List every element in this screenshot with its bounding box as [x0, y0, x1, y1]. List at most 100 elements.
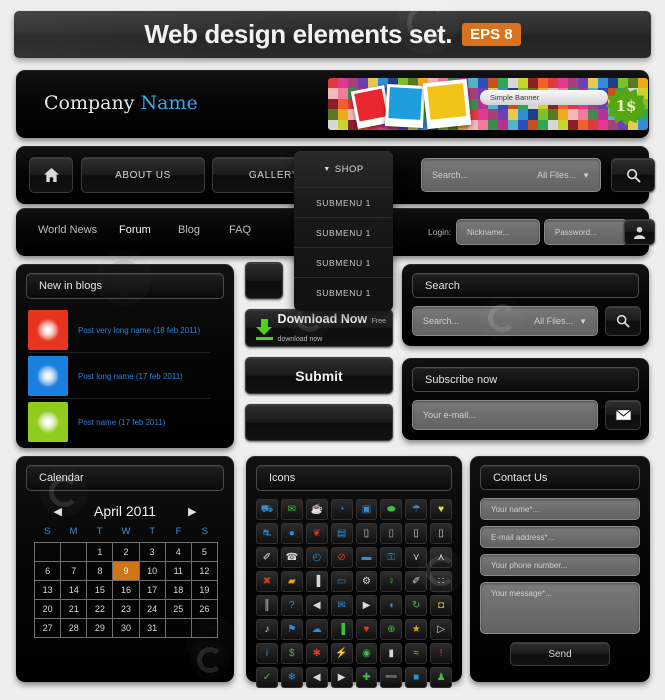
shop-submenu-item[interactable]: SUBMENU 1 [294, 277, 393, 307]
blog-post-title[interactable]: Post long name (17 feb 2011) [78, 372, 183, 381]
calendar-day-cell[interactable]: 17 [139, 581, 166, 600]
snowflake-icon[interactable]: ❄ [280, 667, 303, 688]
check-icon[interactable]: ✓ [256, 667, 278, 688]
close-icon[interactable]: ✖ [256, 571, 278, 592]
battery-low-icon[interactable]: ▯ [405, 523, 428, 544]
calendar-day-cell[interactable]: 8 [87, 562, 114, 581]
blog-post-title[interactable]: Post very long name (18 feb 2011) [78, 326, 200, 335]
book-icon[interactable]: ▤ [330, 523, 353, 544]
globe-icon[interactable]: ⊕ [380, 619, 403, 640]
contact-phone-input[interactable]: Your phone number... [480, 554, 640, 576]
calendar-day-cell[interactable]: 29 [87, 619, 114, 638]
search-widget-filter[interactable]: All Files... ▼ [534, 316, 587, 326]
calendar-day-cell[interactable]: 6 [35, 562, 62, 581]
calendar-day-cell[interactable]: 23 [113, 600, 140, 619]
exclamation-icon[interactable]: ! [430, 643, 452, 664]
video-camera-icon[interactable]: ▷ [430, 619, 452, 640]
shop-submenu-item[interactable]: SUBMENU 1 [294, 247, 393, 277]
calendar-day-cell[interactable]: 26 [191, 600, 218, 619]
shop-submenu-item[interactable]: SUBMENU 1 [294, 217, 393, 247]
bar-chart-icon[interactable]: ▐ [330, 619, 353, 640]
calendar-day-cell[interactable] [61, 543, 88, 562]
dollar-icon[interactable]: $ [280, 643, 303, 664]
calendar-day-cell[interactable]: 13 [35, 581, 62, 600]
nickname-input[interactable]: Nickname... [456, 219, 540, 245]
calendar-day-cell[interactable]: 28 [61, 619, 88, 638]
calendar-next-button[interactable]: ▶ [188, 505, 196, 518]
blog-post-title[interactable]: Post name (17 feb 2011) [78, 418, 165, 427]
music-note-icon[interactable]: ♪ [256, 619, 278, 640]
shop-submenu-item[interactable]: SUBMENU 1 [294, 187, 393, 217]
coffee-icon[interactable]: ☕ [305, 499, 328, 520]
pen-icon[interactable]: ✐ [256, 547, 278, 568]
calendar-day-cell[interactable]: 10 [139, 562, 166, 581]
login-button[interactable] [624, 219, 655, 245]
calendar-day-cell[interactable]: 2 [113, 543, 140, 562]
blog-list-item[interactable]: Post long name (17 feb 2011) [28, 356, 224, 396]
contact-message-textarea[interactable]: Your message*... [480, 582, 640, 634]
arrow-right-icon[interactable]: ▶ [330, 667, 353, 688]
calendar-day-cell[interactable]: 14 [61, 581, 88, 600]
battery-icon[interactable]: ▯ [355, 523, 378, 544]
calendar-day-cell[interactable]: 19 [191, 581, 218, 600]
cloud-icon[interactable]: ☁ [305, 619, 328, 640]
calendar-day-cell[interactable]: 24 [139, 600, 166, 619]
lock-icon[interactable]: ⚿ [380, 547, 403, 568]
blog-list-item[interactable]: Post very long name (18 feb 2011) [28, 310, 224, 350]
umbrella-icon[interactable]: ☂ [405, 499, 428, 520]
battery-empty-icon[interactable]: ▯ [430, 523, 452, 544]
search-widget-button[interactable] [605, 306, 641, 336]
help-icon[interactable]: ? [280, 595, 303, 616]
calendar-day-cell[interactable]: 4 [165, 543, 192, 562]
battery-half-icon[interactable]: ▯ [380, 523, 403, 544]
calendar-day-cell[interactable] [165, 619, 192, 638]
sliders-icon[interactable]: ║ [256, 595, 278, 616]
contact-name-input[interactable]: Your name*... [480, 498, 640, 520]
nav-filter-select[interactable]: All Files... ▼ [537, 170, 590, 180]
small-square-button[interactable] [245, 262, 283, 299]
trash-icon[interactable]: ▮ [380, 643, 403, 664]
header-banner[interactable]: Simple Banner 1$ [328, 78, 648, 130]
calendar-day-cell[interactable]: 5 [191, 543, 218, 562]
bulb-icon[interactable]: ◘ [430, 595, 452, 616]
price-burst-badge[interactable]: 1$ [606, 86, 646, 126]
user-icon[interactable]: ♟ [430, 667, 452, 688]
calendar-day-cell[interactable]: 22 [87, 600, 114, 619]
nav-home-button[interactable] [29, 157, 73, 193]
subscribe-send-button[interactable] [605, 400, 641, 430]
calendar-day-cell[interactable]: 30 [113, 619, 140, 638]
lightning-icon[interactable]: ⚡ [330, 643, 353, 664]
play-icon[interactable]: ▶ [355, 595, 378, 616]
shop-dropdown-menu[interactable]: ▼ SHOP SUBMENU 1 SUBMENU 1 SUBMENU 1 SUB… [294, 151, 393, 311]
submit-button[interactable]: Submit [245, 357, 393, 394]
calendar-day-cell[interactable] [191, 619, 218, 638]
forbidden-icon[interactable]: ⊘ [330, 547, 353, 568]
double-up-icon[interactable]: ⋏ [430, 547, 452, 568]
eye-icon[interactable]: ◉ [355, 643, 378, 664]
pie-chart-icon[interactable]: ◔ [330, 499, 353, 520]
subnav-link-world-news[interactable]: World News [38, 224, 97, 236]
gear-icon[interactable]: ⚙ [355, 571, 378, 592]
contact-send-button[interactable]: Send [510, 642, 610, 666]
flame-icon[interactable]: ❦ [305, 523, 328, 544]
calendar-day-cell[interactable] [35, 543, 62, 562]
company-logo[interactable]: Company Name [44, 92, 198, 114]
water-drop-icon[interactable]: ● [280, 523, 303, 544]
microphone-icon[interactable]: ✐ [405, 571, 428, 592]
mouse-icon[interactable]: ⬬ [380, 499, 403, 520]
subnav-link-faq[interactable]: FAQ [229, 224, 251, 236]
calendar-day-cell[interactable]: 27 [35, 619, 62, 638]
tag-icon[interactable]: ⚑ [280, 619, 303, 640]
cart-icon[interactable]: ⛟ [256, 499, 278, 520]
calendar-day-cell[interactable]: 16 [113, 581, 140, 600]
download-now-button[interactable]: Download Now Free download now [245, 309, 393, 347]
calendar-day-cell[interactable]: 1 [87, 543, 114, 562]
save-icon[interactable]: ■ [405, 667, 428, 688]
car-icon[interactable]: ⛐ [256, 523, 278, 544]
search-widget-input[interactable]: Search... All Files... ▼ [412, 306, 598, 336]
double-down-icon[interactable]: ⋎ [405, 547, 428, 568]
subnav-link-blog[interactable]: Blog [178, 224, 200, 236]
calendar-prev-button[interactable]: ◀ [54, 505, 62, 518]
nav-search-input[interactable]: Search... All Files... ▼ [421, 158, 601, 192]
contact-email-input[interactable]: E-mail address*... [480, 526, 640, 548]
